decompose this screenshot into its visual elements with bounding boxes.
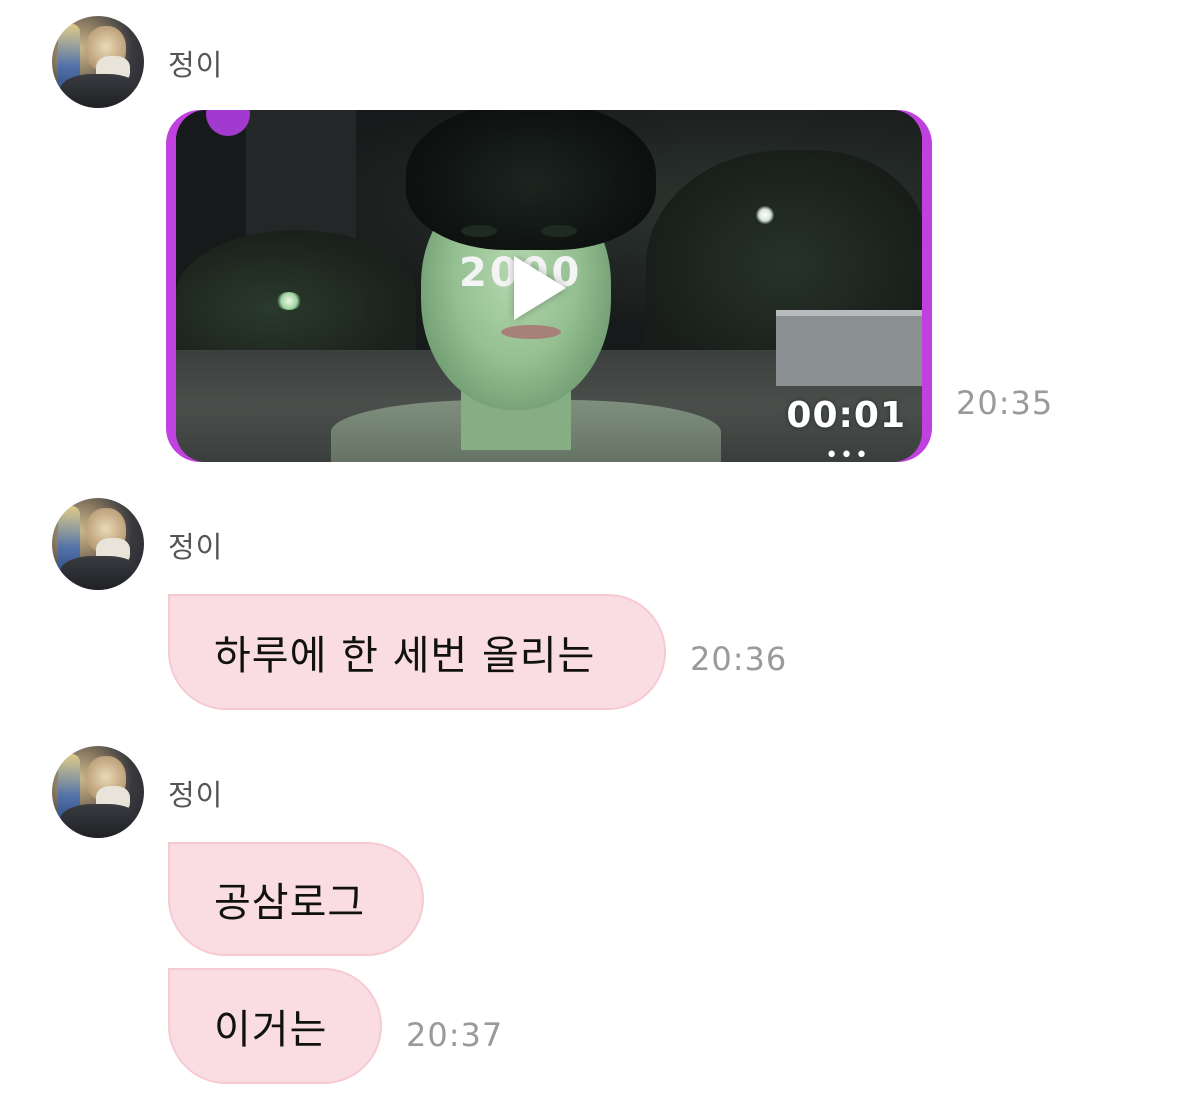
avatar[interactable] (52, 498, 144, 590)
more-options-icon[interactable]: ••• (825, 445, 870, 463)
video-duration: 00:01 (786, 395, 906, 436)
message-text: 하루에 한 세번 올리는 (214, 633, 596, 679)
play-icon[interactable] (514, 256, 566, 320)
message-bubble[interactable]: 이거는 (168, 968, 382, 1084)
message-bubble[interactable]: 하루에 한 세번 올리는 (168, 594, 666, 710)
message-text: 공삼로그 (214, 880, 366, 926)
message-time: 20:36 (690, 640, 788, 678)
sender-name: 정이 (168, 778, 224, 812)
message-text: 이거는 (214, 1007, 328, 1053)
avatar[interactable] (52, 746, 144, 838)
message-time: 20:35 (956, 384, 1054, 422)
message-bubble[interactable]: 공삼로그 (168, 842, 424, 956)
video-thumbnail[interactable]: 2000 00:01 ••• (176, 110, 922, 462)
avatar[interactable] (52, 16, 144, 108)
video-message[interactable]: 2000 00:01 ••• (166, 110, 932, 462)
sender-name: 정이 (168, 530, 224, 564)
sender-name: 정이 (168, 48, 224, 82)
message-time: 20:37 (406, 1016, 504, 1054)
